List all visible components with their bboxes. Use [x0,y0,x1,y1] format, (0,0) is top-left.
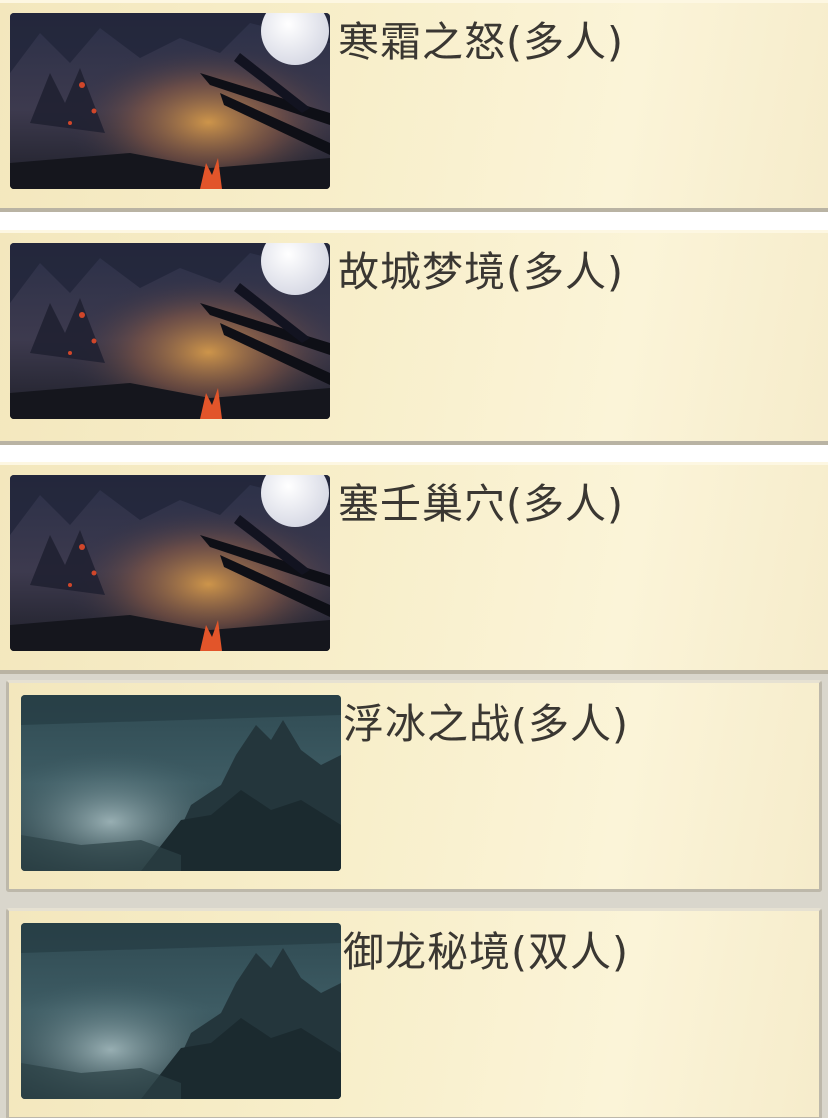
map-card-3[interactable]: 塞壬巢穴(多人) [0,462,828,674]
moonlit-battlefield-thumbnail [10,475,330,651]
divider [0,212,828,230]
misty-mountain-thumbnail [21,695,341,871]
map-title: 寒霜之怒(多人) [338,18,624,66]
map-title: 浮冰之战(多人) [343,700,629,748]
map-card-5[interactable]: 御龙秘境(双人) [6,908,822,1118]
divider [0,445,828,462]
map-title: 塞壬巢穴(多人) [338,480,624,528]
map-card-4[interactable]: 浮冰之战(多人) [6,680,822,892]
misty-mountain-thumbnail [21,923,341,1099]
moonlit-battlefield-thumbnail [10,243,330,419]
map-card-2[interactable]: 故城梦境(多人) [0,230,828,445]
moonlit-battlefield-thumbnail [10,13,330,189]
map-list: 寒霜之怒(多人) 故城梦境(多人) 塞壬巢穴(多人) 浮冰之战(多人) 御龙秘境… [0,0,828,1118]
map-title: 御龙秘境(双人) [343,928,629,976]
map-card-1[interactable]: 寒霜之怒(多人) [0,0,828,212]
map-title: 故城梦境(多人) [338,248,624,296]
